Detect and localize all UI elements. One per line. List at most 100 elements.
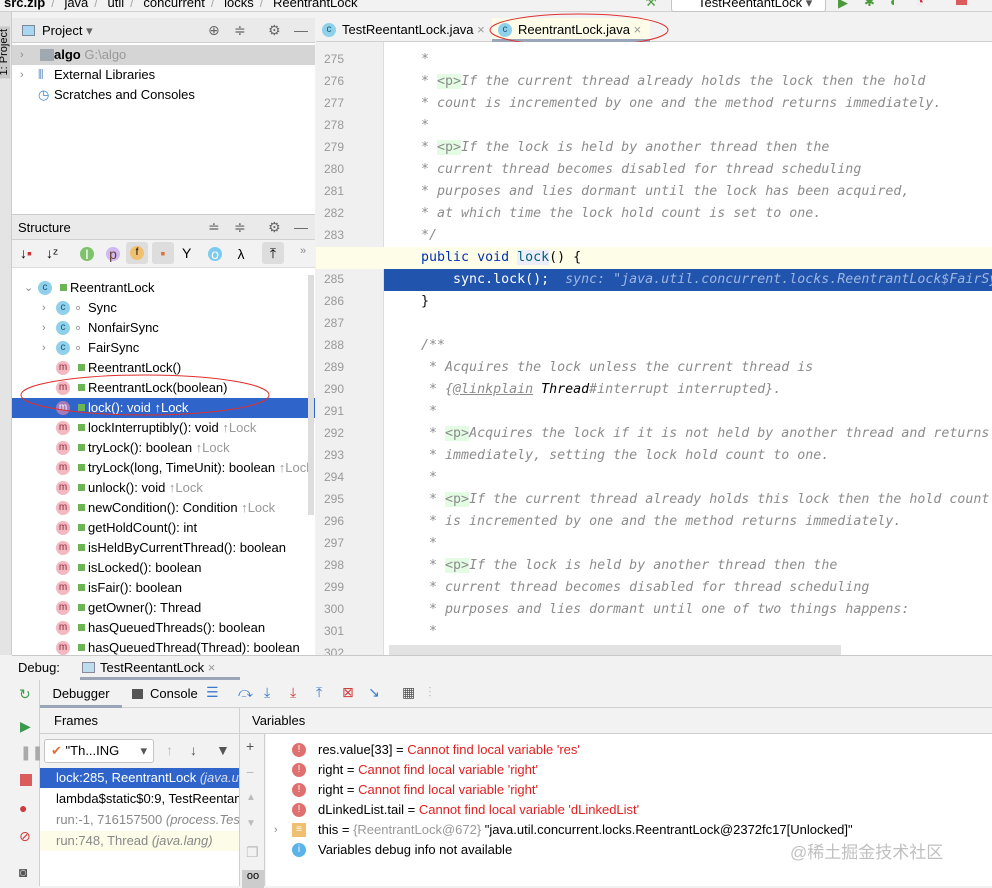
structure-item[interactable]: › c ∘ FairSync [12,338,315,358]
tab-console[interactable]: Console [132,680,198,708]
structure-item[interactable]: › c ∘ Sync [12,298,315,318]
crumb[interactable]: java [64,0,88,10]
tab-debugger[interactable]: Debugger [40,680,122,708]
debug-session-tab[interactable]: TestReentantLock × [80,656,240,680]
hammer-icon[interactable]: ⚒ [645,0,657,10]
variable-item[interactable]: › ≡ this = {ReentrantLock@672} "java.util.… [266,820,992,840]
gear-icon[interactable]: ⚙ [268,215,281,240]
stop-icon[interactable] [956,0,967,5]
variable-item[interactable]: ! right = Cannot find local variable 'rig… [266,780,992,800]
chevron-right-icon[interactable]: › [20,45,24,65]
structure-item[interactable]: m hasQueuedThreads(): boolean [12,618,315,638]
show-non-public-icon[interactable]: ▪ [152,242,174,264]
crumb[interactable]: util [108,0,125,10]
project-tool-button[interactable]: 1: Project [0,26,10,79]
filter-icon[interactable]: ▼ [216,742,230,758]
show-lambdas-circle-icon[interactable]: o [208,247,222,261]
structure-item[interactable]: m newCondition(): Condition ↑Lock [12,498,315,518]
structure-item[interactable]: ⌄ c ReentrantLock [12,278,315,298]
sort-alphabetically-icon[interactable]: ↓ᶻ [46,245,58,261]
run-config-select[interactable]: TestReentantLock ▾ [671,0,826,12]
expand-all-icon[interactable]: ≐ [208,215,220,240]
stop-icon[interactable] [20,774,32,786]
evaluate-expression-icon[interactable]: ▦ [402,684,415,701]
structure-item[interactable]: m isLocked(): boolean [12,558,315,578]
project-item-external-libraries[interactable]: › ⫴ External Libraries [12,65,315,85]
add-watch-icon[interactable]: + [246,738,254,754]
previous-frame-icon[interactable]: ↑ [166,742,173,758]
variable-item[interactable]: ! dLinkedList.tail = Cannot find local va… [266,800,992,820]
mute-breakpoints-icon[interactable]: ⊘ [19,828,31,845]
crumb[interactable]: concurrent [143,0,204,10]
step-out-icon[interactable]: ⤒ [316,684,322,701]
variable-item[interactable]: ! res.value[33] = Cannot find local varia… [266,740,992,760]
close-icon[interactable]: × [477,22,485,37]
more-icon[interactable]: » [300,245,306,257]
move-down-icon[interactable]: ▼ [246,818,256,829]
structure-item[interactable]: m getHoldCount(): int [12,518,315,538]
structure-item[interactable]: m isFair(): boolean [12,578,315,598]
chevron-down-icon[interactable]: ⌄ [24,278,33,298]
structure-item[interactable]: m lockInterruptibly(): void ↑Lock [12,418,315,438]
chevron-right-icon[interactable]: › [42,298,46,318]
frame-item[interactable]: run:-1, 716157500 (process.TestReentantL… [40,810,239,830]
frame-item[interactable]: lock:285, ReentrantLock (java.util.concu… [40,768,239,788]
scrollbar[interactable] [308,275,314,515]
structure-item[interactable]: m unlock(): void ↑Lock [12,478,315,498]
sort-by-visibility-icon[interactable]: ↓▪ [20,245,32,261]
tab-test-reentant-lock[interactable]: c TestReentantLock.java × [316,18,490,42]
close-icon[interactable]: × [208,660,216,675]
show-inherited-icon[interactable]: I [80,247,94,261]
resume-icon[interactable]: ▶ [20,718,31,735]
glasses-icon[interactable]: oo [242,870,264,888]
show-properties-icon[interactable]: p [106,247,120,261]
gear-icon[interactable]: ⚙ [268,18,281,43]
structure-item[interactable]: m getOwner(): Thread [12,598,315,618]
show-fields-icon[interactable]: f [126,242,148,264]
duplicate-icon[interactable]: ❐ [246,844,259,861]
drop-frame-icon[interactable]: ⊠ [342,684,354,701]
project-item-algo[interactable]: › algo G:\algo [12,45,315,65]
trace-icon[interactable]: ⫶ [428,684,432,701]
run-to-cursor-icon[interactable]: ↘ [368,684,380,701]
chevron-right-icon[interactable]: › [42,318,46,338]
structure-item[interactable]: m tryLock(): boolean ↑Lock [12,438,315,458]
next-frame-icon[interactable]: ↓ [190,742,197,758]
scrollbar[interactable] [389,645,841,655]
chevron-right-icon[interactable]: › [274,820,278,840]
autoscroll-icon[interactable]: ⤒ [262,242,284,264]
project-title[interactable]: Project [42,23,82,38]
chevron-down-icon[interactable]: ▾ [86,23,93,38]
crumb[interactable]: ReentrantLock [273,0,358,10]
rerun-icon[interactable]: ↻ [19,686,31,703]
structure-item[interactable]: m tryLock(long, TimeUnit): boolean ↑Lock [12,458,315,478]
project-item-scratches[interactable]: ◷ Scratches and Consoles [12,85,315,105]
chevron-right-icon[interactable]: › [20,65,24,85]
thread-select[interactable]: ✔ "Th...ING ▾ [44,739,154,763]
variable-item[interactable]: ! right = Cannot find local variable 'rig… [266,760,992,780]
step-over-icon[interactable]: ⤓ [264,684,270,701]
move-up-icon[interactable]: ▲ [246,792,256,803]
locate-icon[interactable]: ⊕ [208,18,220,43]
layout-menu-icon[interactable]: ☰ [206,684,219,701]
crumb[interactable]: src.zip [4,0,45,10]
crumb[interactable]: locks [224,0,254,10]
chevron-right-icon[interactable]: › [42,338,46,358]
show-execution-point-icon[interactable]: ⤼ [238,684,253,701]
code-editor[interactable]: 275276277278279280281282283●↑28428528628… [316,42,992,661]
minimize-icon[interactable]: — [294,18,308,43]
run-icon[interactable]: ▶ [838,0,848,11]
profile-icon[interactable]: ◔ [916,0,924,9]
frame-item[interactable]: run:748, Thread (java.lang) [40,831,239,851]
frame-item[interactable]: lambda$static$0:9, TestReentantLock [40,789,239,809]
show-anonymous-icon[interactable]: Y [182,245,191,261]
structure-item[interactable]: m isHeldByCurrentThread(): boolean [12,538,315,558]
collapse-all-icon[interactable]: ≑ [234,18,246,43]
debug-icon[interactable]: ✱ [864,0,875,10]
camera-icon[interactable]: ◙ [19,864,27,880]
coverage-icon[interactable]: ◐ [890,0,898,9]
structure-item[interactable]: › c ∘ NonfairSync [12,318,315,338]
force-step-into-icon[interactable]: ⤓ [290,684,296,701]
show-lambdas-icon[interactable]: λ [234,247,248,261]
collapse-all-icon[interactable]: ≑ [234,215,246,240]
